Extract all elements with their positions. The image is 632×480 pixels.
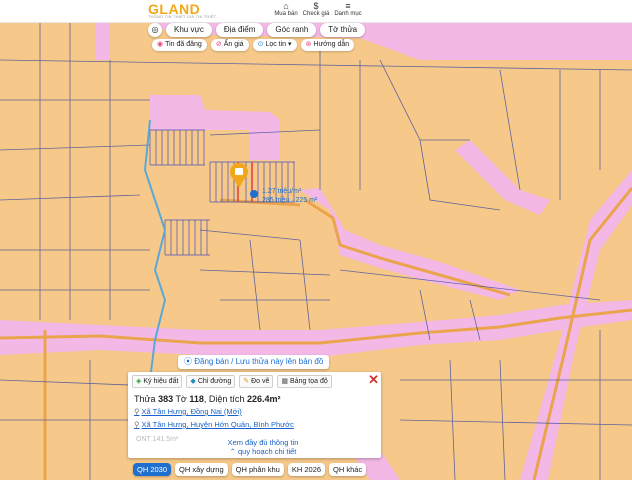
- table-icon: ▦: [281, 378, 289, 385]
- header-bar: GLAND THÔNG TIN THIẾT GIÁ THỊ TRIỆT ⌂ Mu…: [0, 0, 632, 23]
- post-plot-link[interactable]: ⦿ Đăng bán / Lưu thửa này lên bản đồ: [178, 355, 330, 369]
- planning-tabs: QH 2030 QH xây dựng QH phân khu KH 2026 …: [133, 463, 367, 476]
- target-icon: ◎: [151, 25, 159, 34]
- tab-qh-khac[interactable]: QH khác: [329, 463, 367, 476]
- address-new-link[interactable]: ⚲ Xã Tân Hưng, Đồng Nai (Mới): [134, 407, 242, 416]
- help-icon: ⊛: [305, 41, 312, 48]
- eye-off-icon: ⊘: [215, 41, 222, 48]
- ruler-icon: ✎: [243, 378, 250, 385]
- tab-goc-ranh[interactable]: Góc ranh: [267, 23, 317, 37]
- address-old-link[interactable]: ⚲ Xã Tân Hưng, Huyện Hớn Quản, Bình Phước: [134, 420, 294, 429]
- filter-chip[interactable]: ⊙ Lọc tin ▾: [252, 39, 297, 51]
- tag-icon: ◉: [157, 41, 164, 48]
- tab-qh-2030[interactable]: QH 2030: [133, 463, 172, 476]
- double-chevron-up-icon: ⌃: [229, 447, 238, 456]
- logo-tagline: THÔNG TIN THIẾT GIÁ THỊ TRIỆT: [148, 14, 217, 19]
- layers-icon: ◈: [136, 378, 142, 385]
- coordinates-table-button[interactable]: ▦ Bảng tọa độ: [277, 375, 332, 388]
- filter-icon: ⊙: [257, 41, 264, 48]
- help-chip[interactable]: ⊛ Hướng dẫn: [300, 39, 355, 51]
- tab-kh-2026[interactable]: KH 2026: [287, 463, 326, 476]
- directions-button[interactable]: ◆ Chỉ đường: [186, 375, 236, 388]
- price-label[interactable]: 1.27 triệu/m² 285 triệu · 225 m²: [262, 187, 317, 205]
- close-icon[interactable]: ✕: [368, 373, 379, 387]
- map-pin-icon: ⚲: [134, 420, 140, 429]
- map-pin-icon: ⚲: [134, 407, 140, 416]
- filter-chips: ◉ Tin đã đăng ⊘ Ẩn giá ⊙ Lọc tin ▾ ⊛ Hướng d…: [152, 39, 355, 51]
- tab-khu-vuc[interactable]: Khu vực: [166, 23, 212, 37]
- locate-button[interactable]: ◎: [148, 23, 162, 37]
- view-full-info-link[interactable]: Xem đầy đủ thông tin ⌃ quy hoạch chi tiế…: [208, 438, 318, 456]
- land-symbols-button[interactable]: ◈ Ký hiệu đất: [132, 375, 183, 388]
- search-tabs: ◎ Khu vực Địa điểm Góc ranh Tờ thửa: [148, 23, 366, 37]
- menu-icon: ≡: [345, 1, 351, 11]
- directions-icon: ◆: [190, 378, 196, 385]
- land-type-row: ONT 141.5m²: [136, 436, 179, 443]
- plot-info-panel: ◈ Ký hiệu đất ◆ Chỉ đường ✎ Đo vẽ ▦ Bảng tọa…: [128, 372, 381, 458]
- plot-summary: Thửa 383 Tờ 118, Diện tích 226.4m²: [134, 394, 281, 404]
- tab-dia-diem[interactable]: Địa điểm: [215, 23, 264, 37]
- pin-icon: ⦿: [184, 357, 195, 366]
- tab-to-thua[interactable]: Tờ thửa: [320, 23, 366, 37]
- measure-button[interactable]: ✎ Đo vẽ: [239, 375, 274, 388]
- posted-listings-chip[interactable]: ◉ Tin đã đăng: [152, 39, 207, 51]
- tab-qh-xay-dung[interactable]: QH xây dựng: [175, 463, 228, 476]
- tab-qh-phan-khu[interactable]: QH phân khu: [231, 463, 284, 476]
- menu-button[interactable]: ≡ Danh mục: [328, 1, 368, 17]
- hide-price-chip[interactable]: ⊘ Ẩn giá: [210, 39, 249, 51]
